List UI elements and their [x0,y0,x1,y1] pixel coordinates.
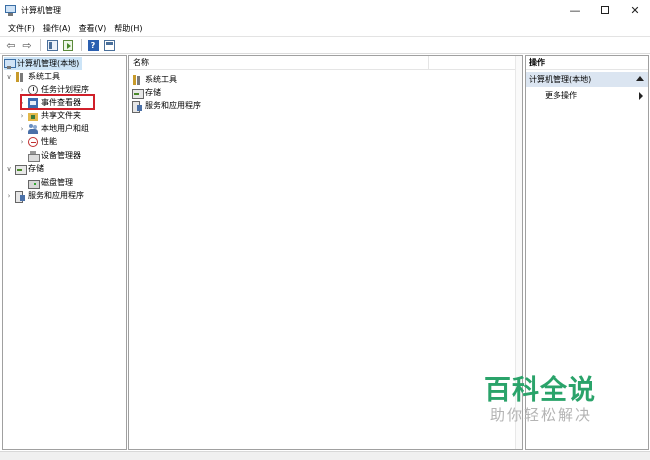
show-hide-action-pane-button[interactable] [102,38,116,52]
column-header-row: 名称 [129,55,522,70]
tree-item-shared-folders[interactable]: › 共享文件夹 [18,109,81,122]
list-item-services-applications[interactable]: 服务和应用程序 [132,99,201,113]
toolbar: ⇦ ⇨ ? [0,36,650,54]
actions-group-title: 计算机管理(本地) [529,75,592,84]
chevron-down-icon[interactable]: ∨ [5,165,13,173]
column-header-name[interactable]: 名称 [129,55,429,70]
forward-button[interactable]: ⇨ [20,38,34,52]
toolbar-separator [81,39,82,51]
maximize-button[interactable] [590,0,620,20]
arrow-right-icon: ⇨ [22,38,32,52]
tree-item-local-users-groups[interactable]: › 本地用户和组 [18,122,89,135]
tree-item-disk-management[interactable]: 磁盘管理 [28,176,73,189]
tree-item-device-manager[interactable]: 设备管理器 [28,149,81,162]
tree-item-label: 本地用户和组 [41,124,89,133]
status-bar [0,451,650,460]
tree-item-event-viewer[interactable]: › 事件查看器 [18,96,81,109]
export-icon [63,39,73,51]
tree-item-label: 设备管理器 [41,151,81,160]
actions-group-computer-management[interactable]: 计算机管理(本地) [526,72,648,87]
list-item-label: 服务和应用程序 [145,101,201,110]
tree-item-label: 计算机管理(本地) [17,59,80,68]
tree-item-label: 磁盘管理 [41,178,73,187]
more-actions-item[interactable]: 更多操作 [526,89,648,102]
collapse-icon[interactable] [636,76,644,81]
tree-item-task-scheduler[interactable]: › 任务计划程序 [18,83,89,96]
computer-icon [4,58,16,69]
window-title: 计算机管理 [21,5,61,15]
users-icon [28,123,38,134]
menu-file[interactable]: 文件(F) [4,23,39,34]
tree-item-performance[interactable]: › 性能 [18,135,57,148]
tree-item-label: 事件查看器 [41,98,81,107]
tree-item-system-tools[interactable]: ∨ 系统工具 [5,70,60,83]
show-hide-tree-button[interactable] [45,38,59,52]
tools-icon [132,74,142,85]
chevron-right-icon[interactable]: › [18,125,26,133]
device-manager-icon [28,150,40,162]
tree-item-label: 系统工具 [28,72,60,81]
menu-bar: 文件(F) 操作(A) 查看(V) 帮助(H) [0,20,650,36]
disk-icon [28,178,40,189]
vertical-scrollbar[interactable] [515,56,522,449]
shared-folder-icon [28,111,38,121]
maximize-icon [601,6,609,14]
computer-management-icon [5,4,16,16]
console-tree-icon [46,39,58,51]
toolbar-separator [40,39,41,51]
event-viewer-icon [28,97,38,108]
tree-item-storage[interactable]: ∨ 存储 [5,162,44,175]
tree-item-label: 存储 [28,164,44,173]
submenu-arrow-icon [639,92,643,100]
performance-icon [28,136,38,147]
list-item-storage[interactable]: 存储 [132,86,161,99]
storage-icon [132,88,144,99]
tree-item-label: 任务计划程序 [41,85,89,94]
chevron-right-icon[interactable]: › [18,86,26,94]
console-tree-pane[interactable]: 计算机管理(本地) ∨ 系统工具 › 任务计划程序 › 事件查看器 › 共享文件… [2,55,127,450]
export-list-button[interactable] [61,38,75,52]
chevron-right-icon[interactable]: › [5,192,13,200]
list-item-label: 存储 [145,88,161,97]
menu-action[interactable]: 操作(A) [39,23,75,34]
clock-icon [28,84,38,95]
action-pane-icon [103,39,115,51]
list-item-system-tools[interactable]: 系统工具 [132,73,177,86]
back-button[interactable]: ⇦ [4,38,18,52]
content-pane[interactable]: 名称 系统工具 存储 服务和应用程序 [128,55,523,450]
tree-item-label: 共享文件夹 [41,111,81,120]
tree-item-label: 服务和应用程序 [28,191,84,200]
title-bar: 计算机管理 — ✕ [0,0,650,20]
services-icon [132,100,142,113]
list-item-label: 系统工具 [145,75,177,84]
chevron-right-icon[interactable]: › [18,138,26,146]
chevron-down-icon[interactable]: ∨ [5,73,13,81]
menu-help[interactable]: 帮助(H) [110,23,146,34]
help-icon: ? [87,39,99,51]
chevron-right-icon[interactable]: › [18,99,26,107]
tree-item-label: 性能 [41,137,57,146]
menu-view[interactable]: 查看(V) [75,23,111,34]
storage-icon [15,164,27,175]
arrow-left-icon: ⇦ [6,38,16,52]
more-actions-label: 更多操作 [545,91,577,100]
help-button[interactable]: ? [86,38,100,52]
close-button[interactable]: ✕ [620,0,650,20]
tree-item-computer-management[interactable]: 计算机管理(本地) [4,57,83,70]
actions-header: 操作 [526,56,648,70]
chevron-right-icon[interactable]: › [18,112,26,120]
minimize-button[interactable]: — [560,0,590,20]
tree-item-services-applications[interactable]: › 服务和应用程序 [5,189,84,203]
actions-pane: 操作 计算机管理(本地) 更多操作 [525,55,649,450]
services-icon [15,190,25,203]
tools-icon [15,71,25,82]
